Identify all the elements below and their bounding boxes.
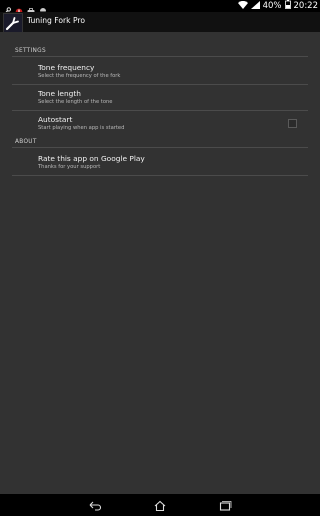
category-about: ABOUT [15, 139, 37, 145]
divider [12, 84, 308, 85]
autostart-item[interactable]: Autostart Start playing when app is star… [38, 115, 288, 132]
tone-frequency-title: Tone frequency [38, 63, 95, 72]
wifi-icon [237, 0, 248, 12]
tone-length-title: Tone length [38, 89, 81, 98]
tone-length-summary: Select the length of the tone [38, 99, 113, 105]
battery-percent: 40% [262, 1, 282, 11]
divider [12, 56, 308, 57]
status-bar: 40% 20:22 [0, 0, 320, 16]
clock: 20:22 [293, 1, 319, 11]
autostart-checkbox[interactable] [288, 119, 297, 128]
category-settings: SETTINGS [15, 48, 46, 54]
tuning-fork-icon[interactable] [3, 13, 23, 33]
settings-list: SETTINGS Tone frequency Select the frequ… [0, 32, 320, 494]
autostart-summary: Start playing when app is started [38, 125, 125, 131]
rate-app-title: Rate this app on Google Play [38, 154, 145, 163]
autostart-title: Autostart [38, 115, 73, 124]
rate-app-summary: Thanks for your support [38, 164, 101, 170]
tone-frequency-summary: Select the frequency of the fork [38, 73, 121, 79]
divider [12, 147, 308, 148]
page-title: Tuning Fork Pro [27, 16, 85, 25]
home-icon[interactable] [153, 497, 167, 512]
rate-app-item[interactable]: Rate this app on Google Play Thanks for … [38, 154, 288, 171]
action-bar: Tuning Fork Pro [0, 12, 320, 33]
navigation-bar [0, 494, 320, 512]
recents-icon[interactable] [218, 497, 232, 511]
divider [12, 110, 308, 111]
tone-length-item[interactable]: Tone length Select the length of the ton… [38, 89, 288, 106]
tone-frequency-item[interactable]: Tone frequency Select the frequency of t… [38, 63, 288, 80]
divider [12, 175, 308, 176]
signal-icon [250, 0, 260, 12]
back-icon[interactable] [88, 497, 102, 511]
battery-icon [284, 0, 291, 12]
